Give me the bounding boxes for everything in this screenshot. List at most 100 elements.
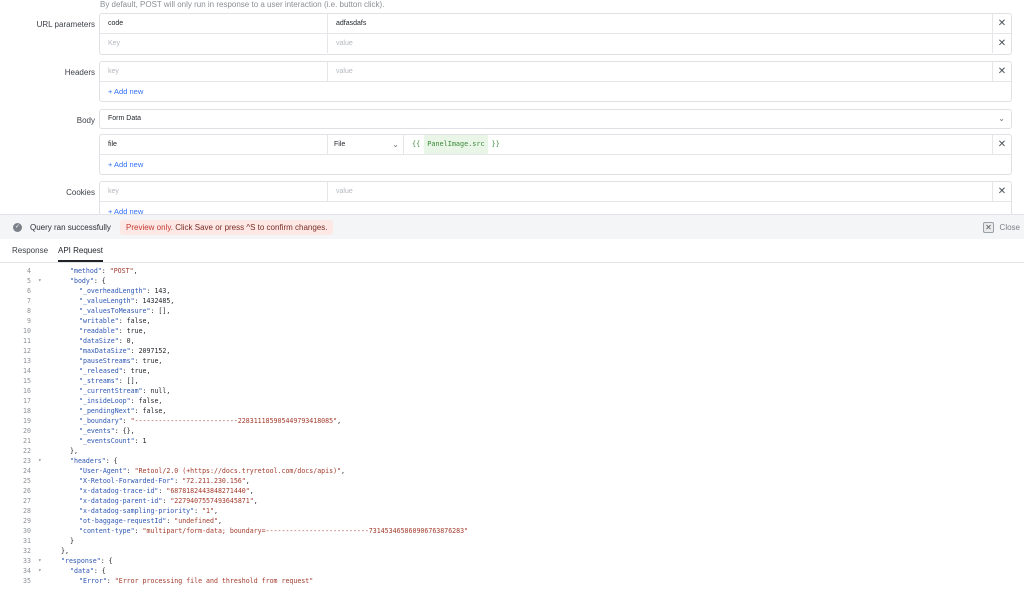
code-line: 27 "x-datadog-parent-id": "22794075574936… (0, 496, 1024, 506)
code-text: "_events": {}, (79, 427, 135, 435)
code-text: "_currentStream": null, (79, 387, 171, 395)
line-number: 23 (23, 457, 31, 465)
code-line: 28 "x-datadog-sampling-priority": "1", (0, 506, 1024, 516)
query-status-bar: ✓ Query ran successfully Preview only. C… (0, 214, 1024, 239)
line-number: 33 (23, 557, 31, 565)
code-line: 33 ▾ "response": { (0, 556, 1024, 566)
code-line: 35 "Error": "Error processing file and th… (0, 576, 1024, 586)
remove-url-param-button-2[interactable]: ✕ (992, 34, 1011, 53)
add-header-button[interactable]: + Add new (100, 82, 1011, 101)
code-text: "_insideLoop": false, (79, 397, 163, 405)
form-data-key-input[interactable]: file (100, 135, 328, 154)
url-params-label: URL parameters (36, 20, 95, 29)
url-param-value-input-empty[interactable]: value (328, 34, 992, 53)
code-line: 13 "pauseStreams": true, (0, 356, 1024, 366)
close-label[interactable]: Close (1000, 223, 1020, 232)
code-line: 34 ▾ "data": { (0, 566, 1024, 576)
cookie-key-input[interactable]: key (100, 182, 328, 201)
fold-toggle-icon[interactable]: ▾ (38, 566, 42, 576)
results-tabs: Response API Request (0, 239, 1024, 263)
remove-url-param-button[interactable]: ✕ (992, 14, 1011, 33)
close-icon: ✕ (997, 18, 1007, 29)
url-param-key-input[interactable]: code (100, 14, 328, 33)
form-data-type-select[interactable]: File ⌄ (328, 135, 404, 154)
tab-api-request[interactable]: API Request (58, 246, 103, 262)
add-form-field-button[interactable]: + Add new (100, 155, 1011, 174)
code-line: 31} (0, 536, 1024, 546)
line-number: 29 (23, 517, 31, 525)
line-number: 24 (23, 467, 31, 475)
remove-form-field-button[interactable]: ✕ (992, 135, 1011, 154)
code-text: "maxDataSize": 2097152, (79, 347, 171, 355)
url-params-table: code adfasdafs ✕ Key value ✕ (99, 13, 1012, 55)
tab-response[interactable]: Response (12, 246, 48, 260)
line-number: 7 (27, 297, 31, 305)
code-text: }, (70, 447, 78, 455)
form-data-type-value: File (334, 141, 346, 148)
post-hint-text: By default, POST will only run in respon… (100, 0, 385, 9)
code-line: 18 "_pendingNext": false, (0, 406, 1024, 416)
line-number: 8 (27, 307, 31, 315)
request-config-panel: By default, POST will only run in respon… (0, 0, 1024, 214)
expr-close: }} (491, 140, 500, 148)
code-line: 29 "ot-baggage-requestId": "undefined", (0, 516, 1024, 526)
body-label: Body (76, 116, 95, 125)
code-text: "_pendingNext": false, (79, 407, 167, 415)
close-results-button[interactable]: ✕ (983, 222, 994, 233)
form-data-value-input[interactable]: {{ PanelImage.src }} (404, 135, 992, 154)
code-line: 4 "method": "POST", (0, 266, 1024, 276)
cookie-value-input[interactable]: value (328, 182, 992, 201)
code-line: 30 "content-type": "multipart/form-data; … (0, 526, 1024, 536)
code-line: 25 "X-Retool-Forwarded-For": "72.211.230.… (0, 476, 1024, 486)
code-text: "User-Agent": "Retool/2.0 (+https://docs… (79, 467, 346, 475)
line-number: 30 (23, 527, 31, 535)
body-type-select[interactable]: Form Data ⌄ (99, 109, 1012, 129)
code-line: 6 "_overheadLength": 143, (0, 286, 1024, 296)
chevron-down-icon: ⌄ (998, 114, 1005, 123)
code-line: 10 "readable": true, (0, 326, 1024, 336)
line-number: 27 (23, 497, 31, 505)
code-text: "data": { (70, 567, 106, 575)
fold-toggle-icon[interactable]: ▾ (38, 276, 42, 286)
cookies-table: key value ✕ + Add new (99, 181, 1012, 214)
form-data-row: file File ⌄ {{ PanelImage.src }} ✕ (100, 135, 1011, 155)
code-line: 12 "maxDataSize": 2097152, (0, 346, 1024, 356)
cookies-label: Cookies (66, 188, 95, 197)
code-line: 21 "_eventsCount": 1 (0, 436, 1024, 446)
add-cookie-button[interactable]: + Add new (100, 202, 1011, 214)
header-key-input[interactable]: key (100, 62, 328, 81)
url-param-value-input[interactable]: adfasdafs (328, 14, 992, 33)
body-type-value: Form Data (108, 115, 142, 122)
preview-notice: Preview only. Click Save or press ^S to … (120, 220, 334, 235)
line-number: 25 (23, 477, 31, 485)
line-number: 15 (23, 377, 31, 385)
chevron-down-icon: ⌄ (392, 140, 399, 149)
fold-toggle-icon[interactable]: ▾ (38, 456, 42, 466)
code-line: 32}, (0, 546, 1024, 556)
code-text: "_streams": [], (79, 377, 139, 385)
code-text: }, (61, 547, 69, 555)
preview-instructions: Click Save or press ^S to confirm change… (175, 223, 328, 232)
code-text: "writable": false, (79, 317, 151, 325)
header-row: key value ✕ (100, 62, 1011, 82)
remove-cookie-button[interactable]: ✕ (992, 182, 1011, 201)
remove-header-button[interactable]: ✕ (992, 62, 1011, 81)
code-text: "readable": true, (79, 327, 147, 335)
close-icon: ✕ (997, 38, 1007, 49)
api-request-json-viewer[interactable]: 4 "method": "POST", 5 ▾ "body": {6 "_overhead… (0, 266, 1024, 592)
line-number: 16 (23, 387, 31, 395)
expr-object: PanelImage.src (424, 135, 488, 154)
code-text: } (70, 537, 74, 545)
line-number: 10 (23, 327, 31, 335)
line-number: 26 (23, 487, 31, 495)
url-param-key-input-empty[interactable]: Key (100, 34, 328, 53)
code-line: 20 "_events": {}, (0, 426, 1024, 436)
close-icon: ✕ (997, 139, 1007, 150)
line-number: 5 (27, 277, 31, 285)
header-value-input[interactable]: value (328, 62, 992, 81)
url-param-row: code adfasdafs ✕ (100, 14, 1011, 34)
fold-toggle-icon[interactable]: ▾ (38, 556, 42, 566)
line-number: 34 (23, 567, 31, 575)
code-text: "_valueLength": 1432485, (79, 297, 175, 305)
code-line: 11 "dataSize": 0, (0, 336, 1024, 346)
